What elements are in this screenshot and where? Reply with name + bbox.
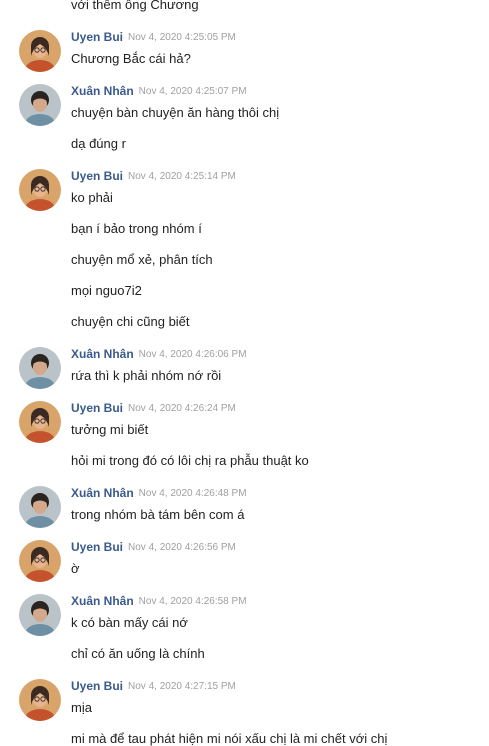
avatar[interactable] bbox=[19, 30, 61, 72]
message-header: Uyen Bui Nov 4, 2020 4:27:15 PM bbox=[0, 676, 489, 721]
avatar[interactable] bbox=[19, 679, 61, 721]
woman-with-glasses-avatar bbox=[19, 401, 61, 443]
woman-with-glasses-avatar bbox=[19, 30, 61, 72]
sender-name[interactable]: Xuân Nhân bbox=[71, 347, 134, 361]
woman-with-glasses-avatar bbox=[19, 169, 61, 211]
message-timestamp: Nov 4, 2020 4:27:15 PM bbox=[128, 681, 236, 692]
message-timestamp: Nov 4, 2020 4:26:24 PM bbox=[128, 403, 236, 414]
sender-name[interactable]: Uyen Bui bbox=[71, 30, 123, 44]
sender-name[interactable]: Xuân Nhân bbox=[71, 594, 134, 608]
man-portrait-avatar bbox=[19, 486, 61, 528]
avatar[interactable] bbox=[19, 594, 61, 636]
message-header: Uyen Bui Nov 4, 2020 4:26:24 PM bbox=[0, 398, 489, 443]
message-header: Uyen Bui Nov 4, 2020 4:26:56 PM bbox=[0, 537, 489, 582]
sender-name[interactable]: Uyen Bui bbox=[71, 679, 123, 693]
message-timestamp: Nov 4, 2020 4:26:56 PM bbox=[128, 542, 236, 553]
message-text: tưởng mi biết bbox=[71, 422, 149, 437]
man-portrait-avatar bbox=[19, 594, 61, 636]
message-text: dạ đúng r bbox=[71, 136, 126, 151]
message-timestamp: Nov 4, 2020 4:25:14 PM bbox=[128, 171, 236, 182]
avatar[interactable] bbox=[19, 169, 61, 211]
message-header: Xuân Nhân Nov 4, 2020 4:26:48 PM bbox=[0, 483, 489, 528]
message-header: Uyen Bui Nov 4, 2020 4:25:05 PM bbox=[0, 27, 489, 72]
message-timestamp: Nov 4, 2020 4:26:06 PM bbox=[138, 349, 247, 360]
message-header: Xuân Nhân Nov 4, 2020 4:26:06 PM bbox=[0, 344, 489, 389]
avatar[interactable] bbox=[19, 401, 61, 443]
sender-name[interactable]: Xuân Nhân bbox=[71, 84, 134, 98]
woman-with-glasses-avatar bbox=[19, 540, 61, 582]
message-text: mọi nguo7i2 bbox=[71, 283, 142, 298]
avatar[interactable] bbox=[19, 486, 61, 528]
message-text: bạn í bảo trong nhóm í bbox=[71, 221, 202, 236]
message-timestamp: Nov 4, 2020 4:25:07 PM bbox=[138, 86, 247, 97]
sender-name[interactable]: Uyen Bui bbox=[71, 401, 123, 415]
avatar[interactable] bbox=[19, 84, 61, 126]
man-portrait-avatar bbox=[19, 347, 61, 389]
message-text: ờ bbox=[71, 561, 80, 576]
avatar[interactable] bbox=[19, 347, 61, 389]
message-text: ko phải bbox=[71, 190, 113, 205]
message-text: rứa thì k phải nhóm nớ rồi bbox=[71, 368, 222, 383]
woman-with-glasses-avatar bbox=[19, 679, 61, 721]
message-text: chuyện chi cũng biết bbox=[71, 314, 190, 329]
message-text: với thêm ông Chương bbox=[71, 0, 199, 12]
message-timestamp: Nov 4, 2020 4:26:58 PM bbox=[138, 596, 247, 607]
message-text: mi mà để tau phát hiện mi nói xấu chị là… bbox=[71, 731, 388, 746]
message-text: mịa bbox=[71, 700, 92, 715]
message-text: chuyện mổ xẻ, phân tích bbox=[71, 252, 213, 267]
message-timestamp: Nov 4, 2020 4:25:05 PM bbox=[128, 32, 236, 43]
message-header: Xuân Nhân Nov 4, 2020 4:26:58 PM bbox=[0, 591, 489, 636]
message-text: chuyện bàn chuyện ăn hàng thôi chị bbox=[71, 105, 280, 120]
message-text: chỉ có ăn uống là chính bbox=[71, 646, 205, 661]
avatar[interactable] bbox=[19, 540, 61, 582]
sender-name[interactable]: Xuân Nhân bbox=[71, 486, 134, 500]
message-text: Chương Bắc cái hả? bbox=[71, 51, 191, 66]
message-text: trong nhóm bà tám bên com á bbox=[71, 507, 245, 522]
sender-name[interactable]: Uyen Bui bbox=[71, 540, 123, 554]
message-header: Uyen Bui Nov 4, 2020 4:25:14 PM bbox=[0, 166, 489, 211]
message-text: k có bàn mấy cái nớ bbox=[71, 615, 188, 630]
sender-name[interactable]: Uyen Bui bbox=[71, 169, 123, 183]
man-portrait-avatar bbox=[19, 84, 61, 126]
message-text: hỏi mi trong đó có lôi chị ra phẫu thuật… bbox=[71, 453, 309, 468]
message-timestamp: Nov 4, 2020 4:26:48 PM bbox=[138, 488, 247, 499]
message-header: Xuân Nhân Nov 4, 2020 4:25:07 PM bbox=[0, 81, 489, 126]
